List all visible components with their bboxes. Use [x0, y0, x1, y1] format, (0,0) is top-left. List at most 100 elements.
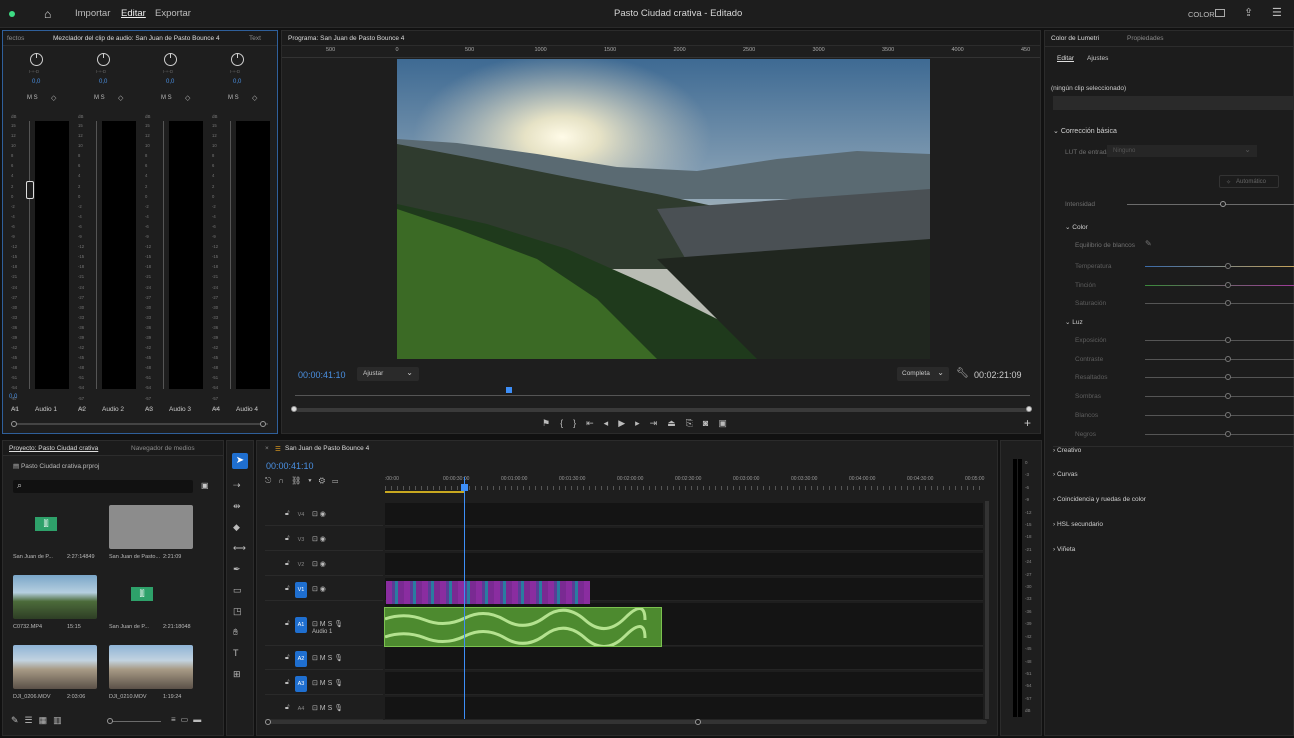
lift-icon[interactable]: ⏏: [667, 418, 686, 428]
adjust-slider[interactable]: [1145, 414, 1294, 416]
tab-audio-mixer[interactable]: Mezclador del clip de audio: San Juan de…: [53, 35, 220, 42]
program-timecode[interactable]: 00:00:41:10: [298, 370, 346, 380]
project-search-input[interactable]: ⌕: [13, 480, 193, 493]
panel-layout-icon[interactable]: [1215, 9, 1225, 17]
lut-dropdown[interactable]: Ninguno ⌄: [1107, 145, 1257, 157]
pencil-icon[interactable]: ✎: [11, 715, 25, 725]
adjust-slider[interactable]: [1145, 266, 1294, 267]
new-bin-icon[interactable]: ▣: [201, 481, 209, 490]
track-lane-V3[interactable]: [385, 528, 983, 551]
pan-knob[interactable]: [97, 53, 110, 66]
slider-handle[interactable]: [1225, 263, 1231, 269]
timeline-playhead[interactable]: [464, 477, 465, 719]
keyframe-icon[interactable]: ◇: [185, 94, 190, 102]
track-target-V4[interactable]: V4: [295, 507, 307, 523]
keyframe-icon[interactable]: ◇: [252, 94, 257, 102]
msr-buttons[interactable]: M S: [228, 95, 239, 101]
pan-knob[interactable]: [30, 53, 43, 66]
zoom-handle-right[interactable]: [1026, 406, 1032, 412]
pen-icon[interactable]: ✒: [233, 559, 246, 580]
icon-view-icon[interactable]: ▦: [39, 715, 54, 725]
keyframe-icon[interactable]: ◇: [51, 94, 56, 102]
project-thumbnail[interactable]: [13, 645, 97, 689]
clip-selector[interactable]: [1053, 96, 1294, 110]
selection-tool-icon[interactable]: ➤: [232, 453, 248, 469]
track-target-A2[interactable]: A2: [295, 651, 307, 667]
workspace-label[interactable]: COLOR: [1188, 10, 1215, 19]
sort-icon[interactable]: ≡: [171, 715, 181, 724]
slider-handle[interactable]: [1225, 281, 1231, 288]
zoom-slider[interactable]: [111, 721, 161, 722]
go-to-in-icon[interactable]: ⇤: [586, 418, 604, 428]
adjust-slider[interactable]: [1145, 433, 1294, 435]
slider-handle[interactable]: [1225, 337, 1231, 343]
settings-wrench-icon[interactable]: ⚙: [319, 476, 332, 485]
rectangle-icon[interactable]: ▭: [233, 580, 246, 601]
intensity-slider[interactable]: [1127, 204, 1294, 205]
section-light[interactable]: ⌄ Luz: [1065, 318, 1083, 326]
program-playhead[interactable]: [506, 387, 512, 393]
list-view-icon[interactable]: ☰: [25, 715, 39, 725]
tab-properties[interactable]: Propiedades: [1127, 35, 1164, 42]
lock-icon[interactable]: 🔓︎: [285, 654, 290, 662]
settings-icon[interactable]: ☰: [1272, 6, 1282, 19]
menu-export[interactable]: Exportar: [155, 8, 191, 19]
lock-icon[interactable]: 🔓︎: [285, 560, 290, 568]
quality-dropdown[interactable]: Completa ⌄: [897, 367, 949, 381]
type-tool-icon[interactable]: T: [233, 643, 246, 664]
section-2[interactable]: › Coincidencia y ruedas de color: [1053, 496, 1293, 503]
compare-icon[interactable]: ▣: [718, 418, 737, 428]
track-target-A3[interactable]: A3: [295, 676, 307, 692]
vertical-scrollbar[interactable]: [985, 501, 989, 719]
pan-knob[interactable]: [164, 53, 177, 66]
mute-icon[interactable]: ⊡ M S 🎙︎: [312, 704, 343, 712]
keyframe-icon[interactable]: ◇: [118, 94, 123, 102]
pan-knob[interactable]: [231, 53, 244, 66]
slider-handle[interactable]: [1225, 300, 1231, 307]
lock-icon[interactable]: 🔓︎: [285, 679, 290, 687]
zoom-handle-left[interactable]: [291, 406, 297, 412]
wrench-icon[interactable]: 🔧︎: [956, 368, 969, 379]
ripple-edit-icon[interactable]: ⇹: [233, 496, 246, 517]
menu-import[interactable]: Importar: [75, 8, 110, 19]
fader-track[interactable]: [230, 121, 231, 389]
eye-icon[interactable]: ⊡ ◉: [312, 560, 326, 568]
hscroll-right[interactable]: [695, 719, 701, 725]
video-frame[interactable]: [397, 59, 930, 359]
tab-media-browser[interactable]: Navegador de medios: [131, 445, 195, 452]
timeline-hscroll[interactable]: [267, 720, 987, 724]
mute-icon[interactable]: ⊡ M S 🎙︎: [312, 620, 343, 628]
slider-handle[interactable]: [1225, 430, 1231, 437]
track-lane-A3[interactable]: [385, 672, 983, 695]
track-lane-V4[interactable]: [385, 503, 983, 526]
section-color[interactable]: ⌄ Color: [1065, 223, 1088, 231]
lock-icon[interactable]: 🔓︎: [285, 585, 290, 593]
project-thumbnail[interactable]: [109, 505, 193, 549]
fader-track[interactable]: [163, 121, 164, 389]
auto-button[interactable]: ✧ Automático: [1219, 175, 1279, 188]
add-button-icon[interactable]: +: [1024, 416, 1031, 430]
hand-icon[interactable]: ✋︎: [233, 622, 246, 643]
eyedropper-icon[interactable]: ✎: [1145, 239, 1152, 248]
slip-icon[interactable]: ⟷: [233, 538, 246, 559]
subtab-edit[interactable]: Editar: [1057, 55, 1074, 62]
tab-program[interactable]: Programa: San Juan de Pasto Bounce 4: [288, 35, 404, 42]
track-target-A4[interactable]: A4: [295, 701, 307, 717]
subtab-settings[interactable]: Ajustes: [1087, 55, 1108, 62]
hscroll-left[interactable]: [265, 719, 271, 725]
snap-icon[interactable]: ∩: [278, 476, 291, 485]
step-back-icon[interactable]: ◂: [604, 418, 619, 428]
section-0[interactable]: › Creativo: [1053, 446, 1293, 454]
slider-handle[interactable]: [1225, 393, 1231, 400]
tab-lumetri[interactable]: Color de Lumetri: [1051, 35, 1099, 42]
section-4[interactable]: › Viñeta: [1053, 546, 1293, 553]
extract-icon[interactable]: ⎘: [686, 418, 703, 428]
timeline-timecode[interactable]: 00:00:41:10: [266, 461, 314, 471]
slider-handle[interactable]: [1225, 411, 1231, 418]
caption-icon[interactable]: ⊞: [233, 664, 246, 685]
add-marker-icon[interactable]: ▾: [308, 476, 318, 485]
folder-icon[interactable]: ▬: [193, 715, 206, 724]
mark-out-icon[interactable]: }: [573, 418, 586, 428]
zoom-slider-handle[interactable]: [107, 718, 113, 724]
play-icon[interactable]: ▶: [618, 418, 635, 428]
